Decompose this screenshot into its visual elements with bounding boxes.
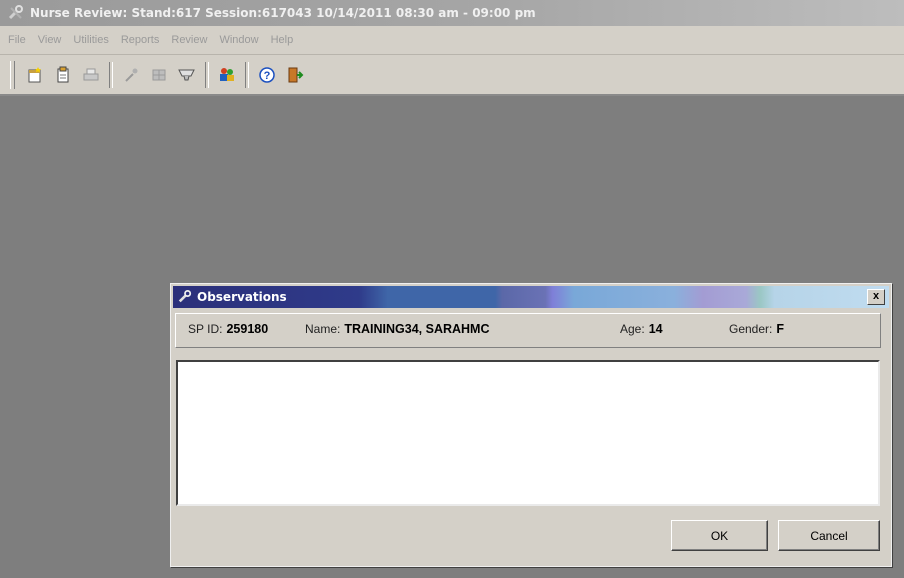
toolbar-separator — [245, 61, 249, 88]
gender-group: Gender: F — [729, 322, 784, 336]
dialog-title-bar[interactable]: Observations x — [173, 286, 889, 308]
print-icon[interactable] — [79, 63, 103, 87]
menu-bar: File View Utilities Reports Review Windo… — [0, 26, 904, 55]
name-group: Name: TRAINING34, SARAHMC — [305, 322, 490, 336]
close-button[interactable]: x — [867, 289, 885, 305]
tools-icon — [8, 5, 24, 21]
svg-text:?: ? — [264, 70, 271, 82]
ok-button[interactable]: OK — [671, 520, 768, 551]
gender-value: F — [776, 322, 784, 336]
toolbar: ? — [0, 55, 904, 96]
menu-view[interactable]: View — [32, 34, 68, 46]
name-label: Name: — [305, 322, 341, 336]
window-title: Nurse Review: Stand:617 Session:617043 1… — [30, 6, 536, 20]
exit-door-icon[interactable] — [283, 63, 307, 87]
name-value: TRAINING34, SARAHMC — [344, 322, 490, 336]
dialog-title: Observations — [197, 290, 287, 304]
menu-file[interactable]: File — [0, 34, 32, 46]
people-icon[interactable] — [215, 63, 239, 87]
toolbar-separator — [109, 61, 113, 88]
menu-window[interactable]: Window — [213, 34, 264, 46]
dropper-icon[interactable] — [119, 63, 143, 87]
observation-textarea[interactable] — [176, 360, 880, 506]
title-bar: Nurse Review: Stand:617 Session:617043 1… — [0, 0, 904, 26]
sp-id-label: SP ID: — [188, 322, 223, 336]
patient-info-panel: SP ID: 259180 Name: TRAINING34, SARAHMC … — [175, 313, 881, 348]
observations-dialog: Observations x SP ID: 259180 Name: TRAIN… — [170, 283, 892, 567]
sp-id-value: 259180 — [226, 322, 269, 336]
menu-help[interactable]: Help — [265, 34, 300, 46]
sp-id-group: SP ID: 259180 — [188, 322, 268, 336]
scanner-icon[interactable] — [175, 63, 199, 87]
cancel-button[interactable]: Cancel — [778, 520, 880, 551]
menu-reports[interactable]: Reports — [115, 34, 166, 46]
toolbar-separator — [205, 61, 209, 88]
help-icon[interactable]: ? — [255, 63, 279, 87]
app-window: Nurse Review: Stand:617 Session:617043 1… — [0, 0, 904, 578]
tools-icon — [177, 289, 193, 305]
age-group: Age: 14 — [620, 322, 663, 336]
gender-label: Gender: — [729, 322, 773, 336]
menu-utilities[interactable]: Utilities — [67, 34, 114, 46]
toolbar-grip[interactable] — [10, 60, 15, 89]
clipboard-icon[interactable] — [51, 63, 75, 87]
grid-icon[interactable] — [147, 63, 171, 87]
new-document-icon[interactable] — [23, 63, 47, 87]
menu-review[interactable]: Review — [165, 34, 213, 46]
age-value: 14 — [648, 322, 663, 336]
age-label: Age: — [620, 322, 645, 336]
